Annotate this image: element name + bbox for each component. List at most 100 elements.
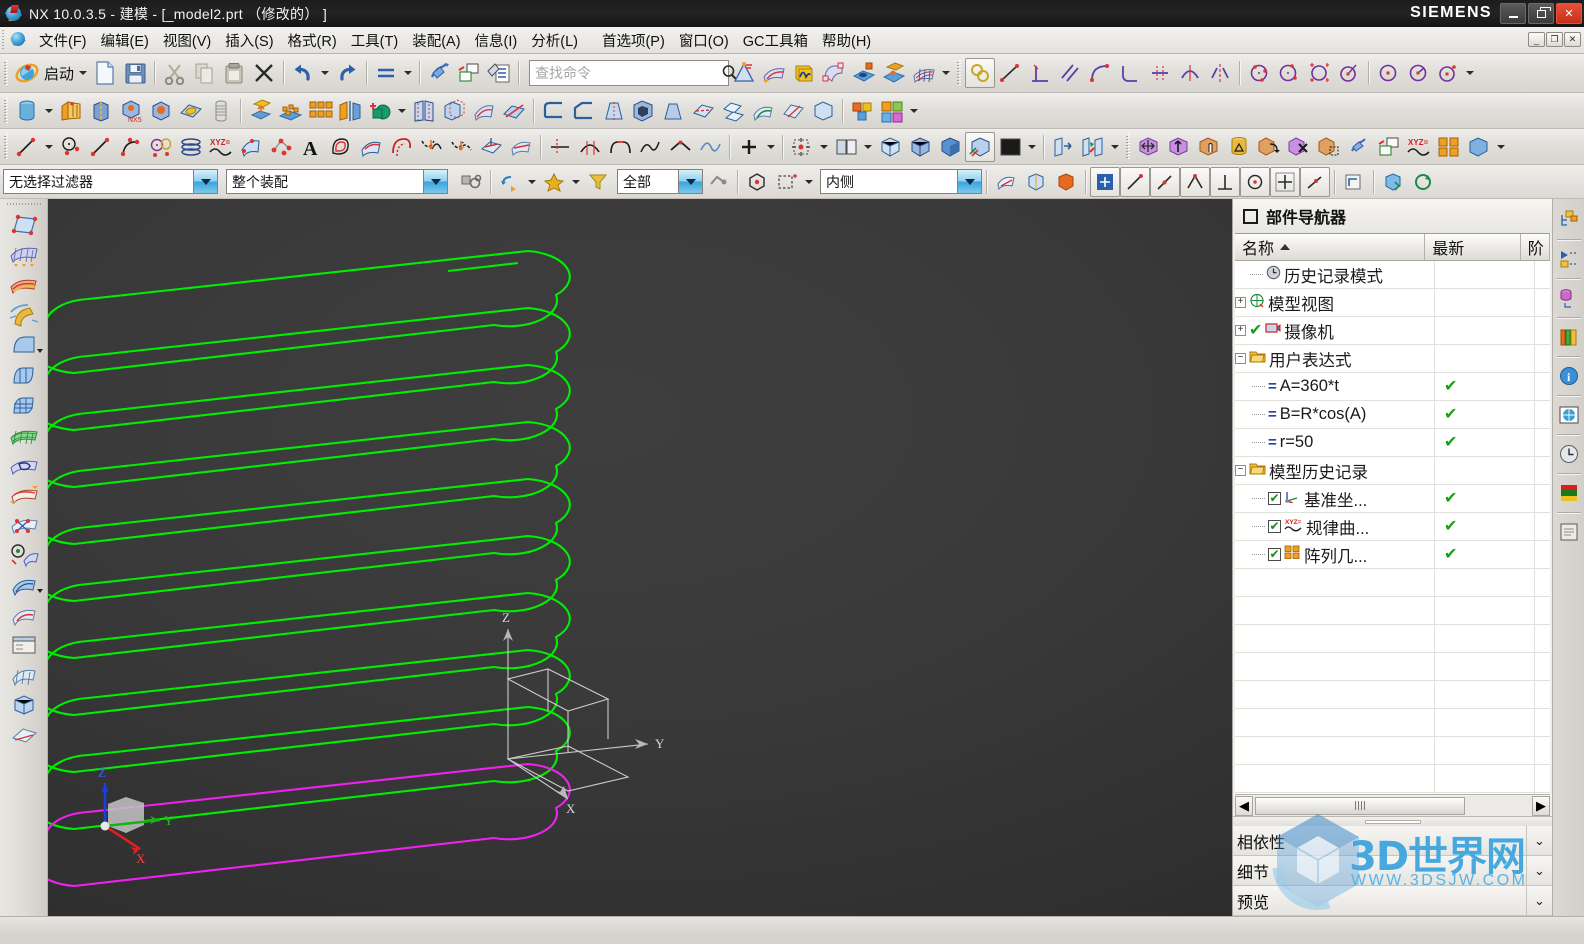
feature-checkbox[interactable]: ✔ <box>1268 520 1281 533</box>
chevron-down-icon[interactable]: ⌄ <box>1526 826 1552 855</box>
body-select-icon[interactable] <box>1021 167 1051 197</box>
sketch-constraint-icon[interactable] <box>965 58 996 88</box>
toolbar-grip-5[interactable] <box>1124 133 1132 160</box>
layer-dropdown-caret[interactable] <box>864 144 872 149</box>
scroll-thumb[interactable] <box>1255 796 1465 815</box>
feature-dropdown-caret[interactable] <box>942 71 951 75</box>
boolean-unite-icon[interactable] <box>56 96 86 126</box>
point-set-icon[interactable] <box>266 132 296 162</box>
layer-settings-icon[interactable] <box>831 132 861 162</box>
background-color-icon[interactable] <box>995 132 1025 162</box>
select-similar-icon[interactable] <box>456 167 486 197</box>
section-dropdown-caret[interactable] <box>1111 144 1119 149</box>
display-refresh-icon[interactable] <box>1408 167 1438 197</box>
menu-file[interactable]: 文件(F) <box>32 27 94 54</box>
table-row[interactable]: ✔ 阵列几... ✔ <box>1235 541 1550 569</box>
join-curve-icon[interactable] <box>665 132 695 162</box>
start-dropdown-caret[interactable] <box>79 71 88 75</box>
snap-scope-caret[interactable] <box>957 170 981 193</box>
measure-object-icon[interactable] <box>1314 132 1344 162</box>
copy-icon[interactable] <box>189 58 219 88</box>
menubar-grip[interactable] <box>0 30 7 50</box>
panel-pin-icon[interactable] <box>1243 208 1258 224</box>
offset-face-icon[interactable] <box>439 96 469 126</box>
trim-sheet-icon[interactable] <box>3 450 45 480</box>
sketch-fillet-icon[interactable] <box>1115 58 1145 88</box>
mdi-minimize-button[interactable]: _ <box>1528 32 1545 47</box>
view-trimetric-icon[interactable] <box>905 132 935 162</box>
solid-select-icon[interactable] <box>1051 167 1081 197</box>
chevron-down-icon[interactable]: ⌄ <box>1526 856 1552 885</box>
chamfer-icon[interactable] <box>568 96 598 126</box>
circle-arc-icon[interactable] <box>1403 58 1433 88</box>
section-curve-icon[interactable] <box>236 132 266 162</box>
datum-dropdown-caret[interactable] <box>820 144 828 149</box>
undo-icon[interactable] <box>288 58 318 88</box>
feature-checkbox[interactable]: ✔ <box>1268 548 1281 561</box>
background-dropdown-caret[interactable] <box>1028 144 1036 149</box>
circle-diameter-icon[interactable] <box>1373 58 1403 88</box>
circle-3point-icon[interactable] <box>1244 58 1274 88</box>
offset-curve-icon[interactable] <box>326 132 356 162</box>
mdi-close-button[interactable]: ✕ <box>1564 32 1581 47</box>
selection-scope-combo[interactable]: 整个装配 <box>226 169 448 194</box>
law-curve-icon[interactable]: XYZ= <box>206 132 236 162</box>
sketch-perpendicular-icon[interactable] <box>1025 58 1055 88</box>
body-dropdown-caret[interactable] <box>1497 144 1505 149</box>
menu-help[interactable]: 帮助(H) <box>815 27 878 54</box>
move-object-icon[interactable] <box>1134 132 1164 162</box>
snap-center-icon[interactable] <box>742 167 772 197</box>
sort-ascending-icon[interactable] <box>1280 244 1291 250</box>
nx5-icon[interactable]: NX5 <box>116 96 146 126</box>
filter-funnel-icon[interactable] <box>583 167 613 197</box>
circle-curve-icon[interactable] <box>56 132 86 162</box>
n-sided-surface-icon[interactable] <box>3 390 45 420</box>
sketch-trim-icon[interactable] <box>1145 58 1175 88</box>
circle-dropdown-caret[interactable] <box>1466 71 1475 75</box>
trim-body-icon[interactable] <box>86 96 116 126</box>
revolve-icon[interactable] <box>819 58 849 88</box>
circle-tangent-icon[interactable] <box>1304 58 1334 88</box>
text-icon[interactable]: A <box>296 132 326 162</box>
bounded-plane-icon[interactable] <box>3 480 45 510</box>
line-2point-icon[interactable] <box>86 132 116 162</box>
table-row[interactable]: − 模型历史记录 <box>1235 457 1550 485</box>
tree-expander[interactable]: + <box>1235 325 1246 336</box>
graphics-viewport[interactable]: Z Y X Z Y X <box>48 199 1232 916</box>
workpart-icon[interactable] <box>1378 167 1408 197</box>
sketch-arc-icon[interactable] <box>1085 58 1115 88</box>
sew-icon[interactable] <box>688 96 718 126</box>
add-dropdown-caret[interactable] <box>398 108 406 113</box>
combine-curve-icon[interactable] <box>446 132 476 162</box>
equals-icon[interactable] <box>371 58 401 88</box>
snap-inferred-icon[interactable] <box>1090 166 1120 197</box>
extrude-icon[interactable] <box>789 58 819 88</box>
through-curves-icon[interactable] <box>3 270 45 300</box>
view-static-wireframe-icon[interactable] <box>965 131 995 162</box>
plus-dropdown-caret[interactable] <box>767 144 775 149</box>
tree-column-name[interactable]: 名称 <box>1235 234 1426 260</box>
reuse-library-icon[interactable] <box>1555 320 1583 354</box>
edge-blend-icon[interactable] <box>538 96 568 126</box>
menu-assemblies[interactable]: 装配(A) <box>405 27 467 54</box>
assembly-icon[interactable] <box>847 96 877 126</box>
datum-csys-tool-icon[interactable] <box>787 132 817 162</box>
component-icon[interactable] <box>877 96 907 126</box>
leftbar-grip[interactable] <box>6 201 41 208</box>
hole-icon[interactable] <box>849 58 879 88</box>
project-curve-icon[interactable] <box>386 132 416 162</box>
body-obj-icon[interactable] <box>1464 132 1494 162</box>
face-blend-icon[interactable] <box>176 96 206 126</box>
surface-analysis-icon[interactable] <box>3 600 45 630</box>
shell-icon[interactable] <box>409 96 439 126</box>
primitive-dropdown-caret[interactable] <box>45 108 53 113</box>
snap-caret[interactable] <box>805 179 813 184</box>
start-button-label[interactable]: 启动 <box>42 63 76 84</box>
minimize-button[interactable] <box>1500 3 1526 24</box>
window-object-icon[interactable] <box>1374 132 1404 162</box>
panel-splitter[interactable] <box>1233 816 1552 826</box>
body-tool-icon[interactable] <box>808 96 838 126</box>
expression-dropdown-caret[interactable] <box>404 71 413 75</box>
divide-curve-icon[interactable] <box>575 132 605 162</box>
table-row[interactable]: − 用户表达式 <box>1235 345 1550 373</box>
